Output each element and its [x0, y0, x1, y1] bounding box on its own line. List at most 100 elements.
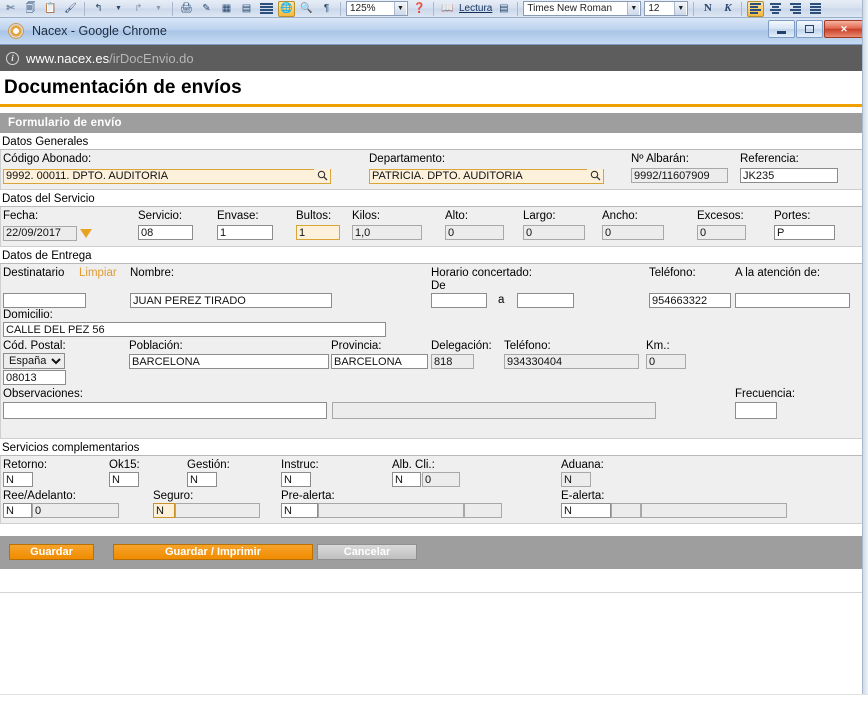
label-servicio: Servicio:	[138, 210, 183, 222]
atencion-input[interactable]	[735, 293, 850, 308]
servicio-input[interactable]	[138, 225, 193, 240]
cut-icon[interactable]: ✄	[2, 1, 19, 17]
font-size-combo[interactable]: 12 ▼	[644, 1, 689, 16]
alb-cli-input-2[interactable]	[422, 472, 460, 487]
reading-view-icon[interactable]: 📖	[439, 1, 456, 17]
format-painter-icon[interactable]: 🖌	[62, 1, 79, 17]
aduana-input[interactable]	[561, 472, 591, 487]
portes-input[interactable]	[774, 225, 835, 240]
pre-alerta-input-3[interactable]	[464, 503, 502, 518]
copy-icon[interactable]: 🗐	[22, 1, 39, 17]
fecha-input[interactable]	[3, 225, 77, 241]
observaciones-input[interactable]	[3, 402, 327, 419]
label-e-alerta: E-alerta:	[561, 490, 605, 502]
horario-a-input[interactable]	[517, 293, 574, 308]
close-button[interactable]: ✕	[824, 20, 864, 38]
help-icon[interactable]: ❓	[411, 1, 428, 17]
instruc-input[interactable]	[281, 472, 311, 487]
italic-button[interactable]: K	[719, 1, 736, 17]
codigo-abonado-input[interactable]	[3, 168, 331, 184]
guardar-imprimir-button[interactable]: Guardar / Imprimir	[113, 544, 313, 560]
minimize-button[interactable]	[768, 20, 795, 38]
font-name-combo[interactable]: Times New Roman ▼	[523, 1, 642, 16]
toolbar-separator-4	[433, 1, 434, 16]
e-alerta-input-3[interactable]	[641, 503, 787, 518]
largo-input[interactable]	[523, 225, 585, 240]
redo-icon[interactable]: ↱	[130, 1, 147, 17]
url-path: /irDocEnvio.do	[109, 50, 194, 66]
pre-alerta-input[interactable]	[281, 503, 318, 518]
departamento-input[interactable]	[369, 168, 604, 184]
domicilio-input[interactable]	[3, 322, 386, 337]
poblacion-input[interactable]	[129, 354, 329, 369]
label-ancho: Ancho:	[602, 210, 638, 222]
label-envase: Envase:	[217, 210, 259, 222]
site-info-icon[interactable]: i	[6, 51, 19, 65]
undo-dropdown-icon[interactable]: ▼	[110, 1, 127, 17]
excesos-input[interactable]	[697, 225, 746, 240]
albaran-input[interactable]	[631, 168, 728, 183]
align-justify-icon[interactable]	[807, 1, 824, 17]
label-ree-adelanto: Ree/Adelanto:	[3, 490, 76, 502]
frecuencia-input[interactable]	[735, 402, 777, 419]
zoom-level-combo[interactable]: 125% ▼	[346, 1, 408, 16]
telefono-input[interactable]	[649, 293, 731, 308]
guardar-button[interactable]: Guardar	[9, 544, 94, 560]
e-alerta-input-2[interactable]	[611, 503, 641, 518]
ree-adelanto-input[interactable]	[3, 503, 32, 518]
codigo-postal-input[interactable]	[3, 370, 66, 385]
print-preview-icon[interactable]: 🖨	[178, 1, 195, 17]
font-size-value: 12	[648, 3, 660, 14]
pais-select[interactable]: España	[3, 353, 65, 369]
ok15-input[interactable]	[109, 472, 139, 487]
delegacion-input[interactable]	[431, 354, 474, 369]
zoom-level-chevron-down-icon[interactable]: ▼	[394, 2, 406, 15]
excel-sheet-icon[interactable]: ▤	[238, 1, 255, 17]
seguro-input[interactable]	[153, 503, 175, 518]
paste-icon[interactable]: 📋	[42, 1, 59, 17]
font-size-chevron-down-icon[interactable]: ▼	[674, 2, 687, 15]
reading-options-icon[interactable]: ▤	[495, 1, 512, 17]
list-lines-icon[interactable]	[258, 1, 275, 17]
align-left-icon[interactable]	[747, 0, 765, 17]
maximize-button[interactable]	[796, 20, 823, 38]
table-icon[interactable]: ▦	[218, 1, 235, 17]
align-center-icon[interactable]	[767, 1, 784, 17]
font-name-chevron-down-icon[interactable]: ▼	[627, 2, 640, 15]
nombre-input[interactable]	[130, 293, 332, 308]
e-alerta-input[interactable]	[561, 503, 611, 518]
limpiar-link[interactable]: Limpiar	[79, 267, 117, 280]
ancho-input[interactable]	[602, 225, 664, 240]
reading-label[interactable]: Lectura	[459, 3, 492, 14]
window-title-bar[interactable]: Nacex - Google Chrome ✕	[0, 18, 868, 45]
alto-input[interactable]	[445, 225, 504, 240]
fecha-calendar-dropdown-icon[interactable]	[78, 225, 93, 241]
observaciones-2-input[interactable]	[332, 402, 656, 419]
seguro-input-2[interactable]	[175, 503, 260, 518]
destinatario-input[interactable]	[3, 293, 86, 308]
horario-de-input[interactable]	[431, 293, 487, 308]
web-layout-icon[interactable]: 🌐	[278, 0, 295, 17]
envase-input[interactable]	[217, 225, 273, 240]
gestion-input[interactable]	[187, 472, 217, 487]
bultos-input[interactable]	[296, 225, 340, 240]
km-input[interactable]	[646, 354, 686, 369]
redo-dropdown-icon[interactable]: ▼	[150, 1, 167, 17]
edit-pencil-icon[interactable]: ✎	[198, 1, 215, 17]
retorno-input[interactable]	[3, 472, 33, 487]
address-bar[interactable]: i www.nacex.es/irDocEnvio.do	[0, 45, 868, 71]
ree-adelanto-input-2[interactable]	[32, 503, 119, 518]
pilcrow-icon[interactable]: ¶	[318, 1, 335, 17]
label-telefono: Teléfono:	[649, 267, 696, 279]
referencia-input[interactable]	[740, 168, 838, 183]
telefono-2-input[interactable]	[504, 354, 639, 369]
provincia-input[interactable]	[331, 354, 428, 369]
kilos-input[interactable]	[352, 225, 422, 240]
align-right-icon[interactable]	[787, 1, 804, 17]
bold-button[interactable]: N	[699, 1, 716, 17]
alb-cli-input[interactable]	[392, 472, 421, 487]
zoom-icon[interactable]: 🔍	[298, 1, 315, 17]
undo-icon[interactable]: ↰	[90, 1, 107, 17]
pre-alerta-input-2[interactable]	[318, 503, 464, 518]
cancelar-button[interactable]: Cancelar	[317, 544, 417, 560]
